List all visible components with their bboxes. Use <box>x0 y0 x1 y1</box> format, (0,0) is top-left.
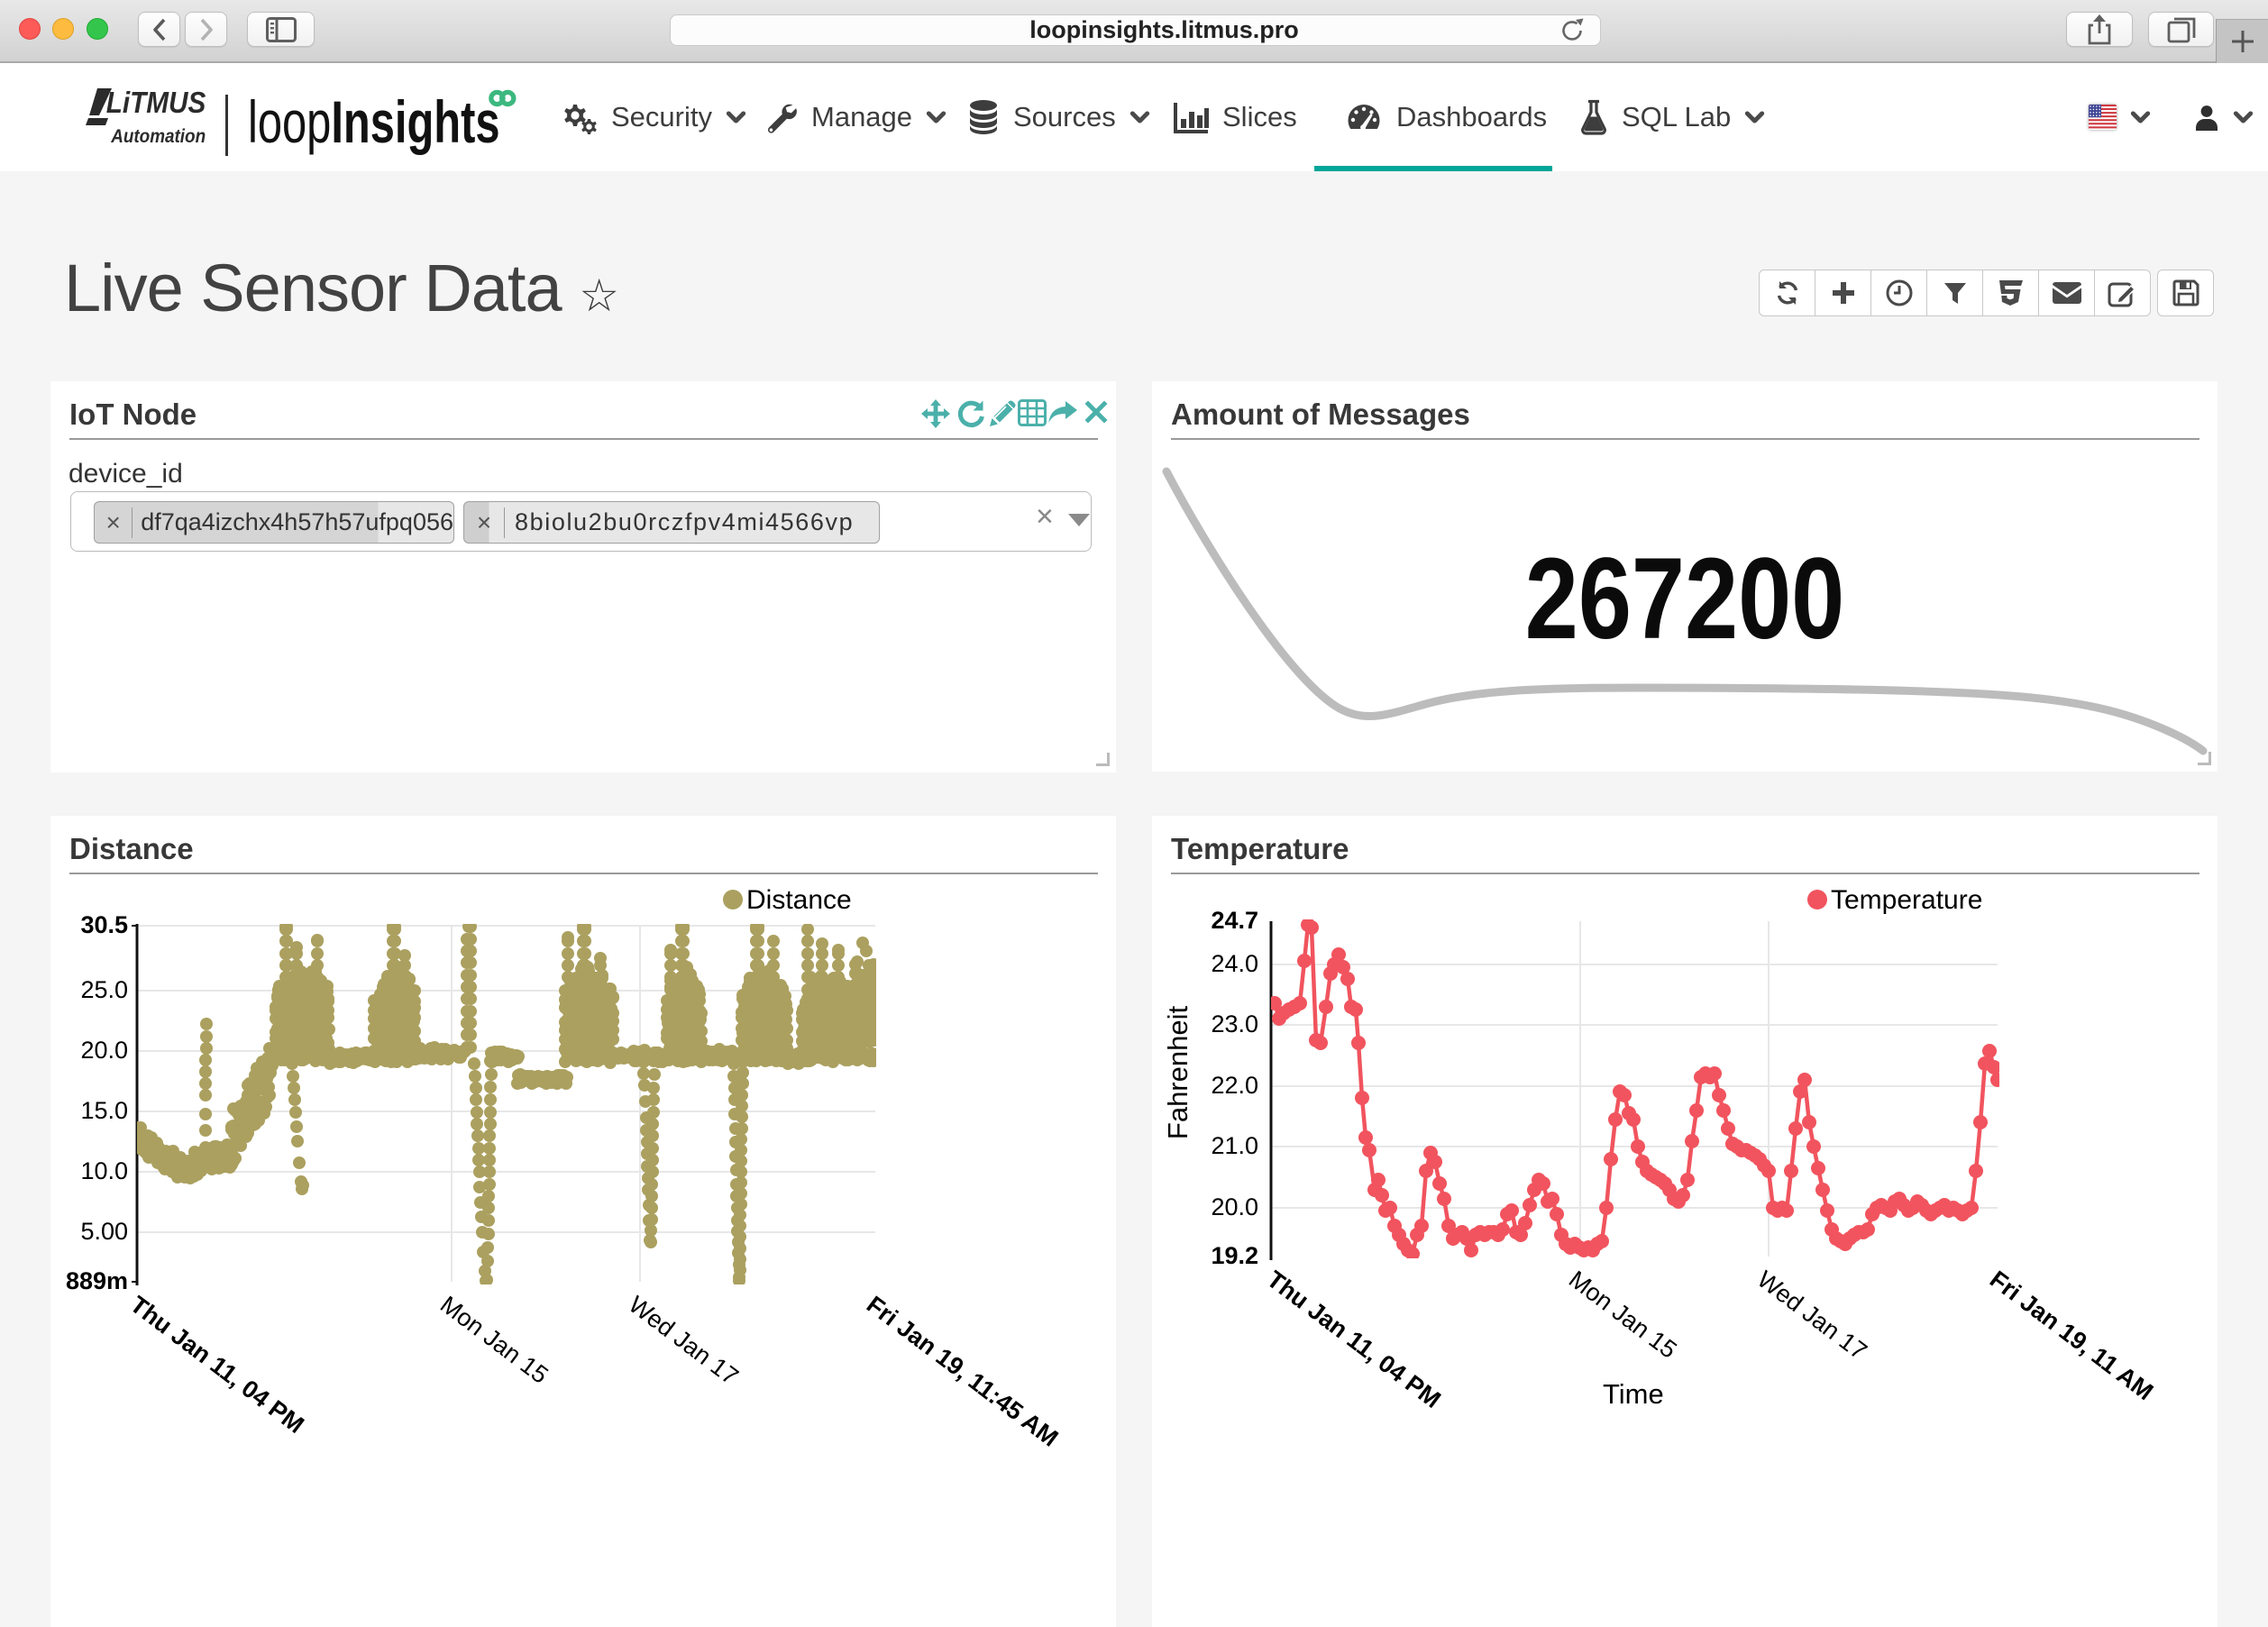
svg-text:Temperature: Temperature <box>1831 885 1982 915</box>
svg-text:LiTMUS: LiTMUS <box>106 87 206 120</box>
svg-text:Distance: Distance <box>746 885 852 915</box>
svg-text:Automation: Automation <box>110 126 206 147</box>
